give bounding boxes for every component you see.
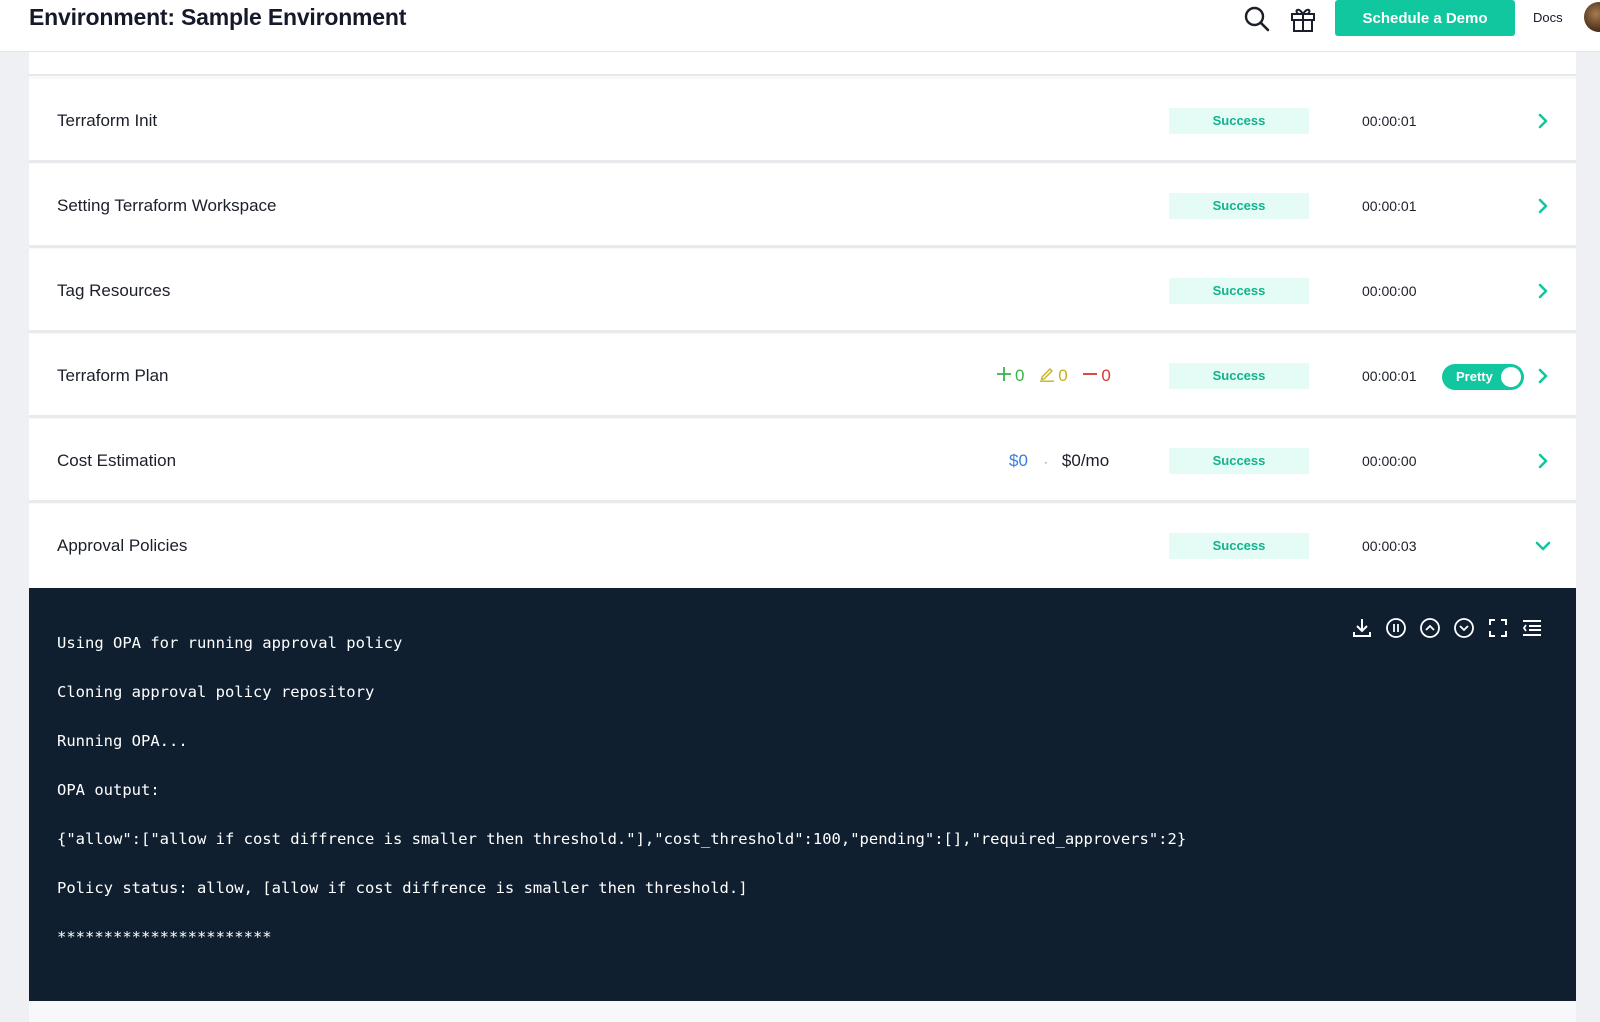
fullscreen-icon[interactable]	[1486, 616, 1510, 640]
plan-resource-counts: 0 0 0	[996, 334, 1121, 418]
schedule-demo-button[interactable]: Schedule a Demo	[1335, 0, 1515, 36]
step-duration: 00:00:01	[1362, 368, 1417, 384]
log-line: Policy status: allow, [allow if cost dif…	[57, 879, 748, 897]
status-badge: Success	[1169, 533, 1309, 559]
download-icon[interactable]	[1350, 616, 1374, 640]
step-duration: 00:00:00	[1362, 453, 1417, 469]
chevron-right-icon[interactable]	[1534, 452, 1552, 470]
step-row-approval-policies[interactable]: Approval Policies Success 00:00:03	[29, 504, 1576, 588]
step-name: Setting Terraform Workspace	[57, 196, 277, 215]
cost-current: $0	[1009, 451, 1028, 470]
step-name: Tag Resources	[57, 281, 171, 300]
log-line: {"allow":["allow if cost diffrence is sm…	[57, 830, 1187, 848]
chevron-right-icon[interactable]	[1534, 197, 1552, 215]
minus-icon	[1082, 335, 1098, 419]
step-row-setting-workspace[interactable]: Setting Terraform Workspace Success 00:0…	[29, 164, 1576, 248]
panel-top-strip	[29, 52, 1576, 76]
pencil-icon	[1039, 335, 1055, 419]
status-badge: Success	[1169, 278, 1309, 304]
log-output: Using OPA for running approval policy Cl…	[57, 632, 1186, 975]
status-badge: Success	[1169, 363, 1309, 389]
chevron-down-icon[interactable]	[1534, 537, 1552, 555]
status-badge: Success	[1169, 448, 1309, 474]
log-line: Running OPA...	[57, 732, 188, 750]
step-name: Approval Policies	[57, 536, 188, 555]
step-duration: 00:00:03	[1362, 538, 1417, 554]
separator-dot: ·	[1043, 455, 1048, 469]
gift-icon[interactable]	[1288, 4, 1318, 34]
log-console[interactable]: Using OPA for running approval policy Cl…	[29, 588, 1576, 1001]
chevron-right-icon[interactable]	[1534, 282, 1552, 300]
log-line: Using OPA for running approval policy	[57, 634, 403, 652]
chevron-right-icon[interactable]	[1534, 112, 1552, 130]
deployment-steps-panel: Terraform Init Success 00:00:01 Setting …	[29, 52, 1576, 1022]
plus-icon	[996, 335, 1012, 419]
step-duration: 00:00:01	[1362, 198, 1417, 214]
step-row-terraform-plan[interactable]: Terraform Plan 0 0 0 Success 00:00:01 Pr…	[29, 334, 1576, 418]
resources-destroyed: 0	[1082, 334, 1111, 419]
step-row-cost-estimation[interactable]: Cost Estimation $0 · $0/mo Success 00:00:0…	[29, 419, 1576, 503]
toggle-knob	[1501, 367, 1521, 387]
docs-link[interactable]: Docs	[1533, 10, 1563, 25]
step-duration: 00:00:01	[1362, 113, 1417, 129]
status-badge: Success	[1169, 108, 1309, 134]
page-title: Environment: Sample Environment	[29, 4, 407, 30]
pretty-toggle[interactable]: Pretty	[1442, 364, 1524, 390]
step-row-tag-resources[interactable]: Tag Resources Success 00:00:00	[29, 249, 1576, 333]
top-bar: Environment: Sample Environment Schedule…	[0, 0, 1600, 52]
step-name: Terraform Init	[57, 111, 158, 130]
scroll-down-icon[interactable]	[1452, 616, 1476, 640]
cost-monthly: $0/mo	[1061, 451, 1110, 470]
status-badge: Success	[1169, 193, 1309, 219]
avatar[interactable]	[1584, 2, 1600, 32]
step-duration: 00:00:00	[1362, 283, 1417, 299]
resources-changed: 0	[1039, 334, 1068, 419]
step-name: Terraform Plan	[57, 366, 169, 385]
chevron-right-icon[interactable]	[1534, 367, 1552, 385]
search-icon[interactable]	[1242, 4, 1272, 34]
cost-summary: $0 · $0/mo	[1009, 419, 1109, 503]
console-toolbar	[1350, 616, 1544, 640]
pause-icon[interactable]	[1384, 616, 1408, 640]
wrap-lines-icon[interactable]	[1520, 616, 1544, 640]
step-name: Cost Estimation	[57, 451, 177, 470]
log-line: Cloning approval policy repository	[57, 683, 375, 701]
log-line: OPA output:	[57, 781, 160, 799]
scroll-up-icon[interactable]	[1418, 616, 1442, 640]
pretty-toggle-label: Pretty	[1456, 369, 1493, 384]
resources-added: 0	[996, 334, 1024, 419]
step-row-terraform-init[interactable]: Terraform Init Success 00:00:01	[29, 79, 1576, 163]
log-line: ***********************	[57, 928, 272, 946]
